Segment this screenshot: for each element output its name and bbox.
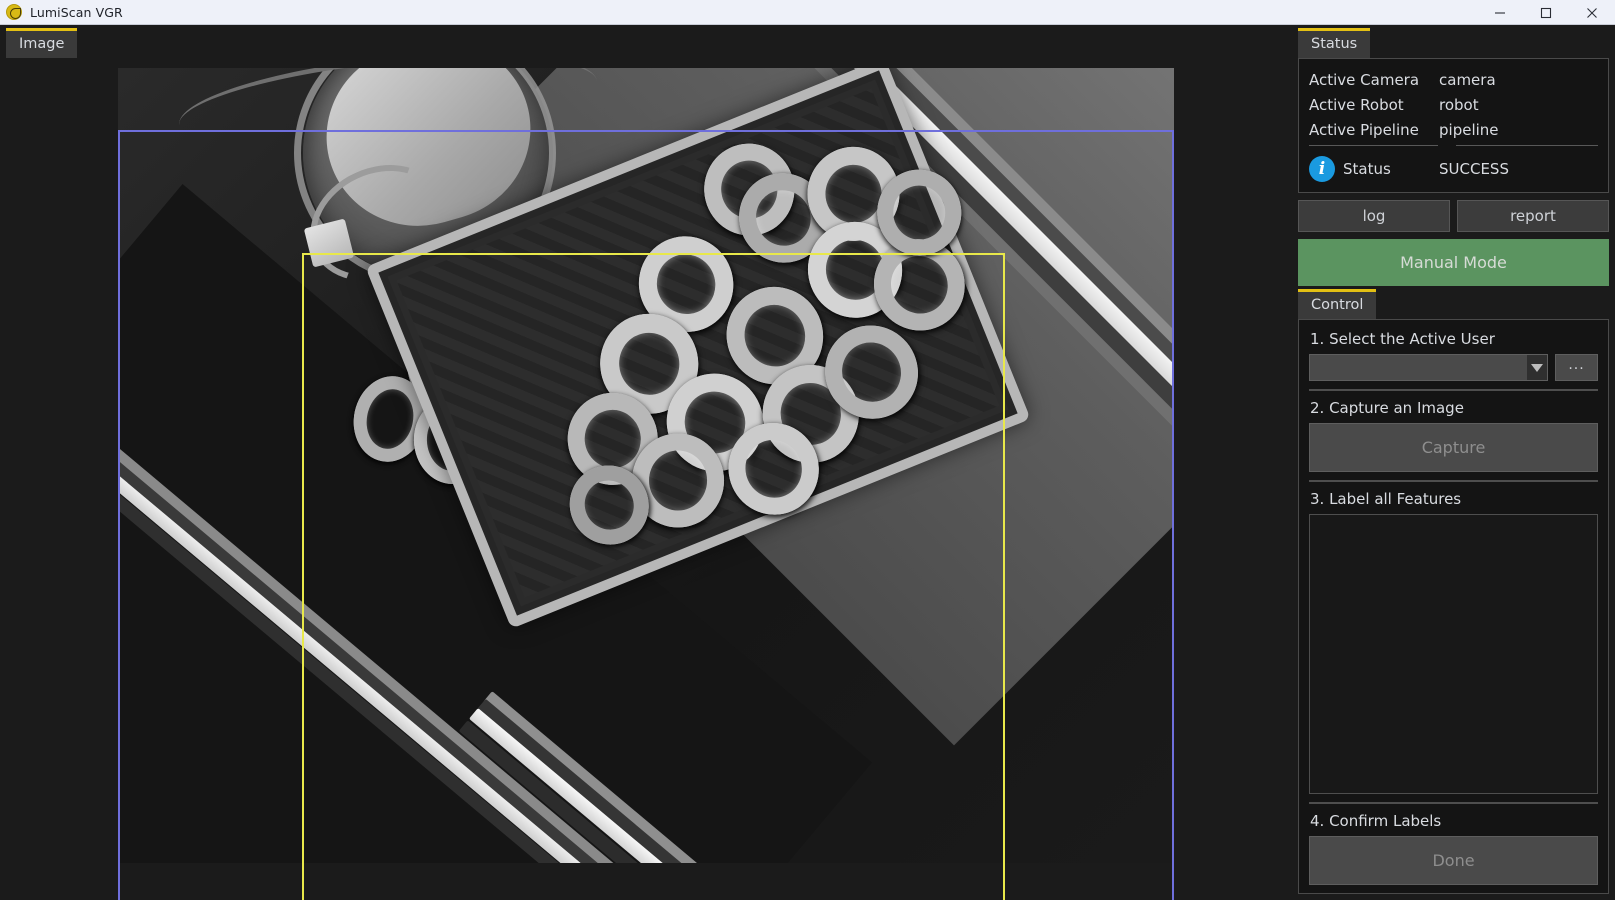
user-browse-button[interactable]: ... xyxy=(1555,354,1598,381)
status-table: Active Camera camera Active Robot robot … xyxy=(1299,59,1608,192)
close-icon[interactable] xyxy=(1569,0,1615,25)
status-group: Active Camera camera Active Robot robot … xyxy=(1298,58,1609,193)
image-viewport[interactable] xyxy=(0,58,1288,900)
control-separator-3 xyxy=(1309,802,1598,804)
active-user-select[interactable] xyxy=(1309,354,1548,381)
done-button[interactable]: Done xyxy=(1309,836,1598,885)
status-badge: SUCCESS xyxy=(1439,160,1509,178)
status-divider xyxy=(1309,145,1598,146)
status-row-camera: Active Camera camera xyxy=(1309,68,1598,93)
image-tabstrip: Image xyxy=(0,25,1288,58)
status-value-pipeline: pipeline xyxy=(1439,121,1499,139)
control-separator-2 xyxy=(1309,480,1598,482)
log-button[interactable]: log xyxy=(1298,200,1450,232)
capture-button[interactable]: Capture xyxy=(1309,423,1598,472)
chevron-down-icon[interactable] xyxy=(1527,355,1547,380)
step2-label: 2. Capture an Image xyxy=(1310,399,1464,417)
side-panel: Status Active Camera camera Active Robot… xyxy=(1288,25,1615,900)
tab-control[interactable]: Control xyxy=(1298,289,1377,319)
step1-label: 1. Select the Active User xyxy=(1310,330,1495,348)
manual-mode-button[interactable]: Manual Mode xyxy=(1298,239,1609,286)
minimize-icon[interactable] xyxy=(1477,0,1523,25)
status-row-result: i Status SUCCESS xyxy=(1309,150,1598,182)
status-tabstrip: Status xyxy=(1288,25,1609,58)
status-key-robot: Active Robot xyxy=(1309,96,1404,114)
info-icon: i xyxy=(1309,156,1335,182)
step4-label: 4. Confirm Labels xyxy=(1310,812,1442,830)
control-group: 1. Select the Active User ... 2. Capture… xyxy=(1298,319,1609,894)
status-key-result: Status xyxy=(1343,160,1391,178)
control-tabstrip: Control xyxy=(1288,286,1609,319)
step3-label: 3. Label all Features xyxy=(1310,490,1462,508)
status-key-pipeline: Active Pipeline xyxy=(1309,121,1419,139)
window-controls xyxy=(1477,0,1615,25)
status-row-pipeline: Active Pipeline pipeline xyxy=(1309,118,1598,143)
tab-image[interactable]: Image xyxy=(6,28,78,58)
image-panel: Image xyxy=(0,25,1288,900)
tab-status[interactable]: Status xyxy=(1298,28,1371,58)
workspace: Image Status Active Camera camera Active… xyxy=(0,25,1615,900)
status-button-row: log report xyxy=(1298,200,1609,232)
window-title: LumiScan VGR xyxy=(30,4,123,20)
status-value-camera: camera xyxy=(1439,71,1496,89)
app-logo-icon xyxy=(6,4,22,20)
camera-image xyxy=(118,68,1174,863)
status-value-robot: robot xyxy=(1439,96,1479,114)
control-separator-1 xyxy=(1309,389,1598,391)
report-button[interactable]: report xyxy=(1457,200,1609,232)
status-row-robot: Active Robot robot xyxy=(1309,93,1598,118)
title-bar: LumiScan VGR xyxy=(0,0,1615,25)
user-select-row: ... xyxy=(1309,354,1598,381)
maximize-icon[interactable] xyxy=(1523,0,1569,25)
status-key-camera: Active Camera xyxy=(1309,71,1420,89)
features-list[interactable] xyxy=(1309,514,1598,794)
